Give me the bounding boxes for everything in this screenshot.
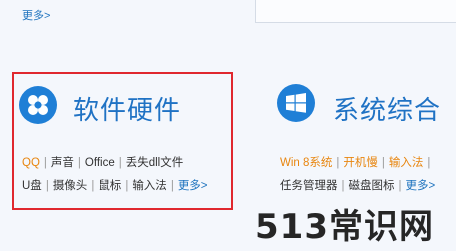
separator: |: [398, 180, 402, 192]
separator: |: [427, 157, 431, 169]
panel2-more-link[interactable]: 更多>: [406, 180, 436, 192]
top-more-link[interactable]: 更多>: [22, 7, 50, 23]
separator: |: [170, 180, 174, 192]
panel-title-system[interactable]: 系统综合: [333, 90, 441, 127]
link-task-manager[interactable]: 任务管理器: [280, 180, 338, 192]
link-mouse[interactable]: 鼠标: [98, 180, 121, 192]
panel1-row1: QQ | 声音 | Office | 丢失dll文件: [22, 154, 183, 170]
link-sound[interactable]: 声音: [51, 157, 74, 169]
link-office[interactable]: Office: [85, 157, 115, 169]
link-input-method[interactable]: 输入法: [132, 180, 167, 192]
link-camera[interactable]: 摄像头: [53, 180, 88, 192]
panel1-row2: U盘 | 摄像头 | 鼠标 | 输入法 | 更多>: [22, 177, 208, 193]
panel2-row2: 任务管理器 | 磁盘图标 | 更多>: [280, 177, 435, 193]
panel1-more-link[interactable]: 更多>: [178, 180, 208, 192]
link-missing-dll[interactable]: 丢失dll文件: [126, 157, 184, 169]
link-win8[interactable]: Win 8系统: [280, 157, 332, 169]
hardware-flower-icon[interactable]: [19, 86, 57, 124]
separator: |: [381, 157, 385, 169]
separator: |: [45, 180, 49, 192]
separator: |: [43, 157, 47, 169]
panel-title-software-hardware[interactable]: 软件硬件: [73, 90, 181, 127]
link-disk-icon[interactable]: 磁盘图标: [349, 180, 395, 192]
separator: |: [336, 157, 340, 169]
separator: |: [341, 180, 345, 192]
site-watermark: 513常识网: [255, 207, 434, 247]
separator: |: [77, 157, 81, 169]
link-input-method-2[interactable]: 输入法: [389, 157, 424, 169]
top-right-box: [255, 0, 456, 23]
separator: |: [118, 157, 122, 169]
separator: |: [91, 180, 95, 192]
separator: |: [125, 180, 129, 192]
link-qq[interactable]: QQ: [22, 157, 40, 169]
panel2-row1: Win 8系统 | 开机慢 | 输入法 |: [280, 154, 434, 170]
windows-logo-icon[interactable]: [277, 84, 315, 122]
link-usb-drive[interactable]: U盘: [22, 180, 42, 192]
link-slow-boot[interactable]: 开机慢: [343, 157, 378, 169]
